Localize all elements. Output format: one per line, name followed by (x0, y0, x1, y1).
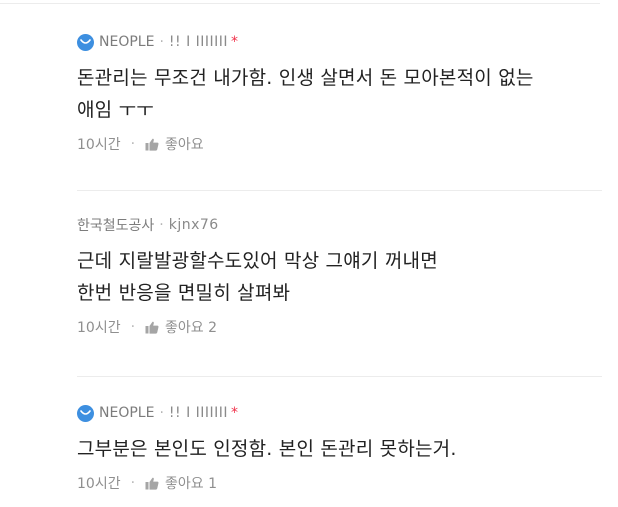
company-name[interactable]: NEOPLE (99, 405, 154, 421)
comment-text: 그부분은 본인도 인정함. 본인 돈관리 못하는거. (77, 433, 602, 465)
comment-item: 한국철도공사 · kjnx76 근데 지랄발광할수도있어 막상 그얘기 꺼내면 … (77, 216, 602, 337)
comment-text-line: 그부분은 본인도 인정함. 본인 돈관리 못하는거. (77, 438, 457, 460)
comment-time: 10시간 (77, 320, 121, 336)
comment-meta-row: 10시간 · 좋아요 (77, 134, 602, 154)
comment-divider (77, 376, 602, 377)
separator-dot: · (130, 136, 136, 152)
like-count: 2 (208, 320, 218, 336)
comment-text: 근데 지랄발광할수도있어 막상 그얘기 꺼내면 한번 반응을 면밀히 살펴봐 (77, 245, 602, 309)
like-label: 좋아요 (165, 476, 204, 492)
company-logo-icon (77, 33, 94, 51)
separator-dot: · (159, 217, 164, 233)
thumbs-up-icon[interactable] (145, 321, 159, 334)
comment-author-row: 한국철도공사 · kjnx76 (77, 216, 602, 234)
comment-item: NEOPLE · !! I IIIIIII * 돈관리는 무조건 내가함. 인생… (77, 33, 602, 154)
comment-list: NEOPLE · !! I IIIIIII * 돈관리는 무조건 내가함. 인생… (0, 0, 618, 507)
comment-author-row: NEOPLE · !! I IIIIIII * (77, 404, 602, 422)
verified-mark: * (231, 405, 239, 421)
like-button[interactable]: 좋아요 (165, 134, 204, 154)
comment-author-row: NEOPLE · !! I IIIIIII * (77, 33, 602, 51)
company-name[interactable]: NEOPLE (99, 34, 154, 50)
comment-text-line: 한번 반응을 면밀히 살펴봐 (77, 282, 291, 304)
comment-text-line: 돈관리는 무조건 내가함. 인생 살면서 돈 모아본적이 없는 (77, 67, 534, 89)
author-name[interactable]: kjnx76 (169, 217, 219, 233)
comment-time: 10시간 (77, 137, 121, 153)
verified-mark: * (231, 34, 239, 50)
company-logo-icon (77, 404, 94, 422)
separator-dot: · (130, 319, 136, 335)
comment-item: NEOPLE · !! I IIIIIII * 그부분은 본인도 인정함. 본인… (77, 404, 602, 493)
separator-dot: · (130, 475, 136, 491)
separator-dot: · (159, 34, 164, 50)
comment-text-line: 애임 ㅜㅜ (77, 99, 154, 121)
comment-text-line: 근데 지랄발광할수도있어 막상 그얘기 꺼내면 (77, 250, 438, 272)
top-divider (0, 3, 600, 4)
like-button[interactable]: 좋아요 1 (165, 473, 217, 493)
thumbs-up-icon[interactable] (145, 477, 159, 490)
comment-meta-row: 10시간 · 좋아요 2 (77, 317, 602, 337)
comment-divider (77, 190, 602, 191)
author-name[interactable]: !! I IIIIIII (169, 405, 228, 421)
thumbs-up-icon[interactable] (145, 138, 159, 151)
comment-time: 10시간 (77, 476, 121, 492)
like-count: 1 (208, 476, 218, 492)
separator-dot: · (159, 405, 164, 421)
like-button[interactable]: 좋아요 2 (165, 317, 217, 337)
comment-text: 돈관리는 무조건 내가함. 인생 살면서 돈 모아본적이 없는 애임 ㅜㅜ (77, 62, 602, 126)
like-label: 좋아요 (165, 320, 204, 336)
comment-meta-row: 10시간 · 좋아요 1 (77, 473, 602, 493)
company-name[interactable]: 한국철도공사 (77, 215, 154, 235)
author-name[interactable]: !! I IIIIIII (169, 34, 228, 50)
